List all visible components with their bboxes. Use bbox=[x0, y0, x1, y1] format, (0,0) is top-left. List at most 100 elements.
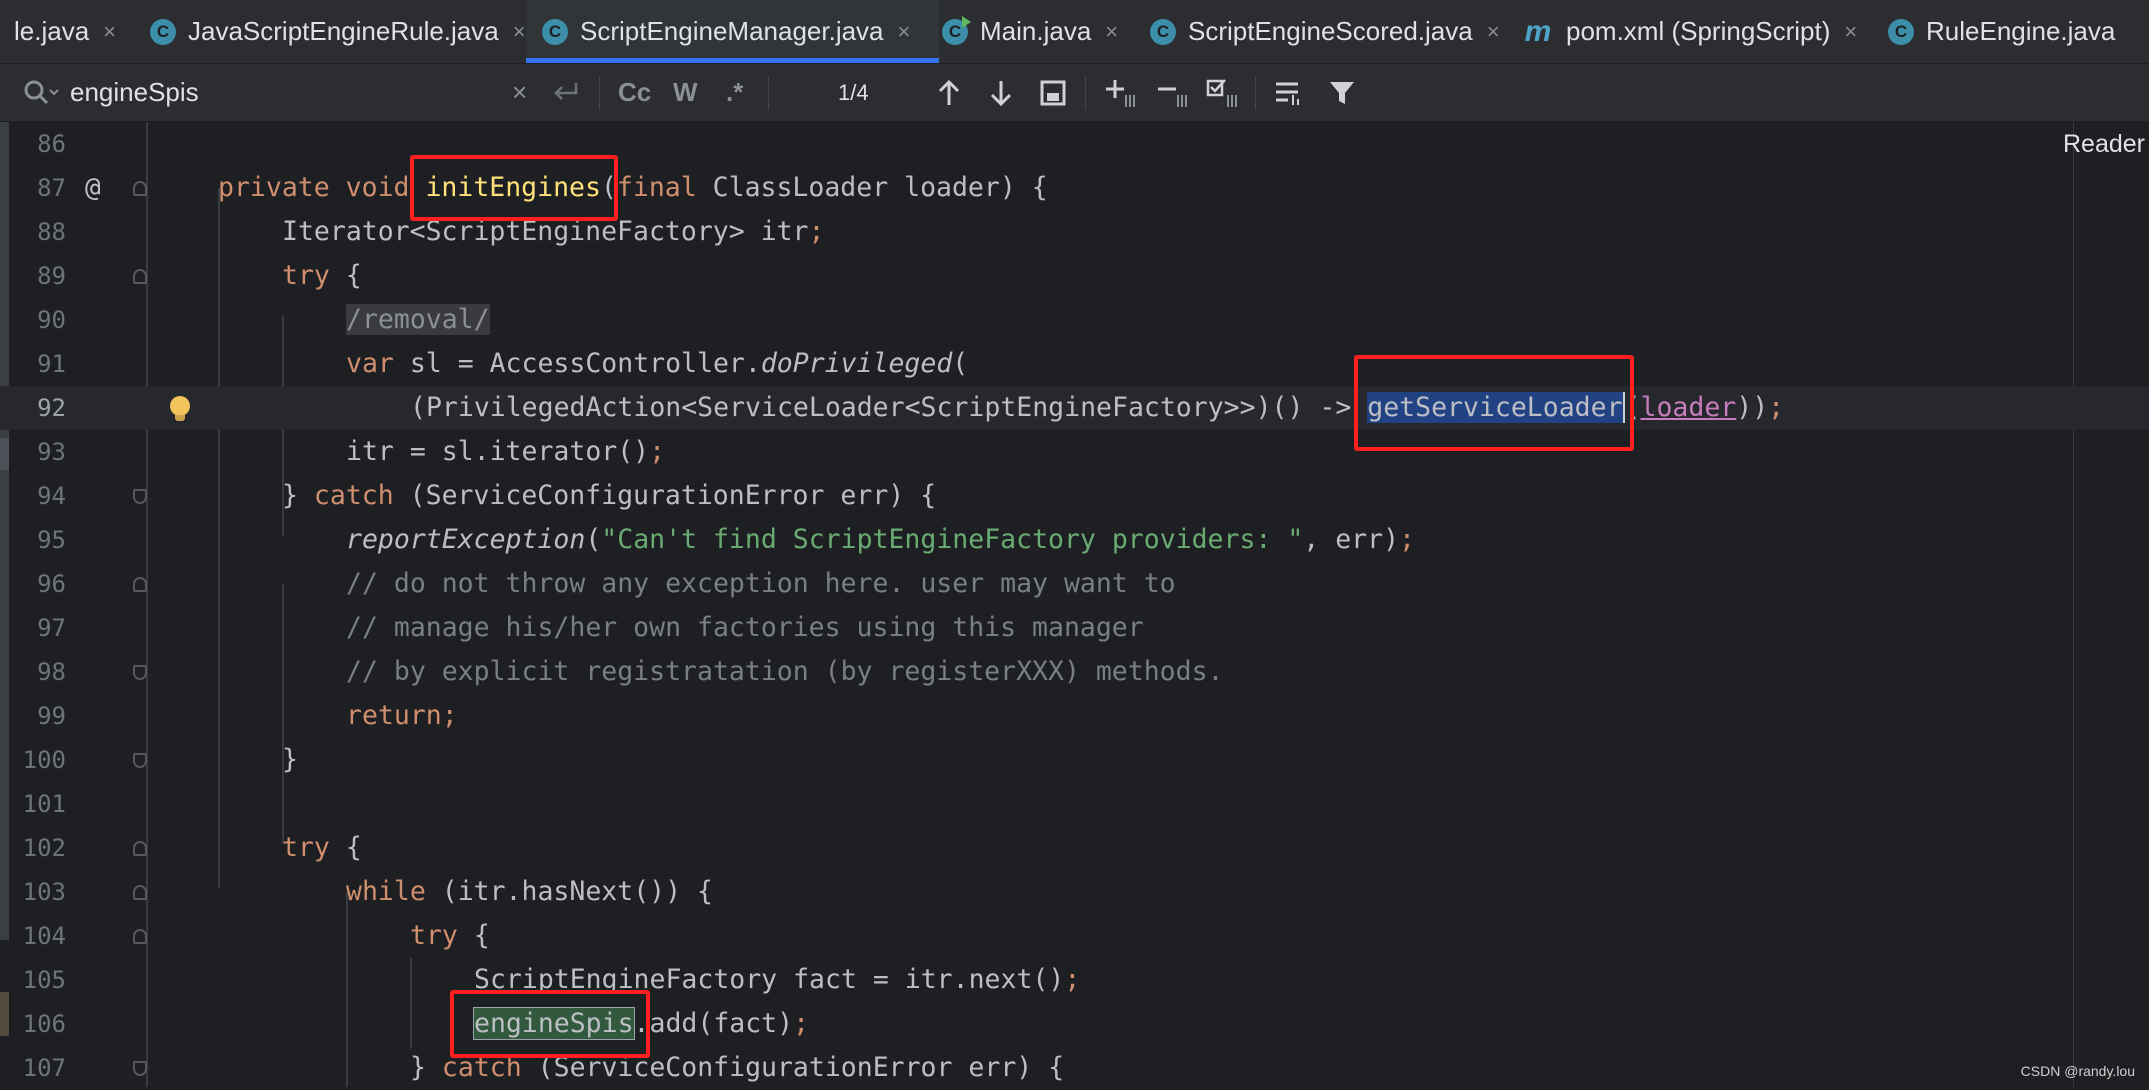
lightbulb-icon[interactable] bbox=[170, 396, 190, 421]
code-text: return; bbox=[346, 700, 458, 731]
new-line-icon[interactable] bbox=[550, 64, 580, 121]
code-line: 94 } catch (ServiceConfigurationError er… bbox=[0, 474, 2149, 518]
fold-icon[interactable] bbox=[133, 929, 147, 944]
open-in-window-icon[interactable] bbox=[1039, 64, 1067, 121]
filter-icon[interactable] bbox=[1328, 64, 1356, 121]
code-line: 89 try { bbox=[0, 254, 2149, 298]
code-text: /removal/ bbox=[346, 298, 490, 342]
previous-occurrence-icon[interactable] bbox=[935, 64, 963, 121]
toolbar-separator bbox=[768, 76, 769, 110]
code-comment: // manage his/her own factories using th… bbox=[346, 612, 1144, 643]
close-icon[interactable]: × bbox=[1487, 19, 1500, 45]
tab-ruleengine-java[interactable]: C RuleEngine.java bbox=[1874, 0, 2149, 63]
tab-label: ScriptEngineScored.java bbox=[1188, 16, 1473, 46]
line-number: 99 bbox=[37, 702, 66, 730]
line-number: 100 bbox=[22, 746, 66, 774]
line-number: 89 bbox=[37, 262, 66, 290]
fold-icon[interactable] bbox=[133, 841, 147, 856]
annotation-box-initengines bbox=[410, 155, 618, 221]
toolbar-separator bbox=[1255, 76, 1256, 110]
line-number: 101 bbox=[22, 790, 66, 818]
code-line: 105 ScriptEngineFactory fact = itr.next(… bbox=[0, 958, 2149, 1002]
fold-icon[interactable] bbox=[133, 665, 147, 680]
annotation-box-getserviceloader bbox=[1354, 355, 1634, 451]
clear-search-icon[interactable]: × bbox=[512, 64, 527, 121]
line-number: 92 bbox=[37, 394, 66, 422]
fold-icon[interactable] bbox=[133, 1061, 147, 1076]
fold-icon[interactable] bbox=[133, 885, 147, 900]
code-text: private void initEngines(final ClassLoad… bbox=[218, 172, 1048, 203]
code-comment: // by explicit registratation (by regist… bbox=[346, 656, 1224, 687]
class-icon: C bbox=[1150, 18, 1176, 45]
code-text: while (itr.hasNext()) { bbox=[346, 876, 713, 907]
line-number: 90 bbox=[37, 306, 66, 334]
tab-javascriptenginerule-java[interactable]: C JavaScriptEngineRule.java × bbox=[136, 0, 534, 63]
tab-le-java[interactable]: le.java × bbox=[0, 0, 150, 63]
whole-words-toggle[interactable]: W bbox=[673, 64, 698, 121]
line-number: 91 bbox=[37, 350, 66, 378]
code-line: 107 } catch (ServiceConfigurationError e… bbox=[0, 1046, 2149, 1090]
editor-tab-bar: le.java × C JavaScriptEngineRule.java × … bbox=[0, 0, 2149, 64]
code-text: reportException("Can't find ScriptEngine… bbox=[346, 524, 1415, 555]
override-marker-icon[interactable]: @ bbox=[85, 166, 101, 210]
code-line: 90 /removal/ bbox=[0, 298, 2149, 342]
regex-toggle[interactable]: .* bbox=[726, 64, 743, 121]
code-line: 101 bbox=[0, 782, 2149, 826]
tab-label: JavaScriptEngineRule.java bbox=[188, 16, 499, 46]
line-number: 106 bbox=[22, 1010, 66, 1038]
line-number: 87 bbox=[37, 174, 66, 202]
add-selection-next-icon[interactable] bbox=[1104, 64, 1140, 121]
line-number: 102 bbox=[22, 834, 66, 862]
close-icon[interactable]: × bbox=[898, 19, 911, 45]
tab-scriptenginescored-java[interactable]: C ScriptEngineScored.java × bbox=[1136, 0, 1530, 63]
tab-label: ScriptEngineManager.java bbox=[580, 16, 884, 46]
fold-icon[interactable] bbox=[133, 489, 147, 504]
code-editor[interactable]: Reader 86 87 @ private void initEngines(… bbox=[0, 122, 2149, 1087]
line-number: 93 bbox=[37, 438, 66, 466]
code-line: 95 reportException("Can't find ScriptEng… bbox=[0, 518, 2149, 562]
line-number: 95 bbox=[37, 526, 66, 554]
code-comment: // do not throw any exception here. user… bbox=[346, 568, 1176, 599]
maven-icon: m bbox=[1524, 14, 1552, 48]
next-occurrence-icon[interactable] bbox=[987, 64, 1015, 121]
filter-search-results-icon[interactable] bbox=[1274, 64, 1306, 121]
code-line: 87 @ private void initEngines(final Clas… bbox=[0, 166, 2149, 210]
line-number: 103 bbox=[22, 878, 66, 906]
fold-icon[interactable] bbox=[133, 269, 147, 284]
find-bar: engineSpis × Cc W .* 1/4 bbox=[0, 64, 2149, 122]
tab-pom-xml[interactable]: m pom.xml (SpringScript) × bbox=[1516, 0, 1890, 63]
close-icon[interactable]: × bbox=[513, 19, 526, 45]
code-line: 103 while (itr.hasNext()) { bbox=[0, 870, 2149, 914]
close-icon[interactable]: × bbox=[103, 19, 116, 45]
fold-icon[interactable] bbox=[133, 753, 147, 768]
code-line: 102 try { bbox=[0, 826, 2149, 870]
match-case-toggle[interactable]: Cc bbox=[618, 64, 651, 121]
code-line-current: 92 (PrivilegedAction<ServiceLoader<Scrip… bbox=[0, 386, 2149, 430]
tab-main-java[interactable]: C Main.java × bbox=[928, 0, 1142, 63]
close-icon[interactable]: × bbox=[1105, 19, 1118, 45]
watermark: CSDN @randy.lou bbox=[2020, 1063, 2135, 1079]
line-number: 105 bbox=[22, 966, 66, 994]
select-all-occurrences-icon[interactable] bbox=[1206, 64, 1242, 121]
fold-icon[interactable] bbox=[133, 577, 147, 592]
code-text: try { bbox=[282, 260, 362, 291]
unselect-occurrence-icon[interactable] bbox=[1156, 64, 1192, 121]
code-line: 106 engineSpis.add(fact); bbox=[0, 1002, 2149, 1046]
code-line: 96 // do not throw any exception here. u… bbox=[0, 562, 2149, 606]
code-line: 91 var sl = AccessController.doPrivilege… bbox=[0, 342, 2149, 386]
tab-scriptenginemanager-java[interactable]: C ScriptEngineManager.java × bbox=[526, 0, 939, 63]
search-query: engineSpis bbox=[70, 77, 199, 107]
line-number: 98 bbox=[37, 658, 66, 686]
fold-icon[interactable] bbox=[133, 181, 147, 196]
code-line: 99 return; bbox=[0, 694, 2149, 738]
search-history-icon[interactable] bbox=[22, 64, 60, 121]
tab-label: RuleEngine.java bbox=[1926, 16, 2116, 46]
line-number: 104 bbox=[22, 922, 66, 950]
close-icon[interactable]: × bbox=[1844, 19, 1857, 45]
toolbar-separator bbox=[1085, 76, 1086, 110]
line-number: 96 bbox=[37, 570, 66, 598]
removal-annotation: /removal/ bbox=[346, 304, 490, 335]
search-input[interactable]: engineSpis bbox=[70, 64, 199, 121]
class-icon: C bbox=[542, 18, 568, 45]
toolbar-separator bbox=[599, 76, 600, 110]
